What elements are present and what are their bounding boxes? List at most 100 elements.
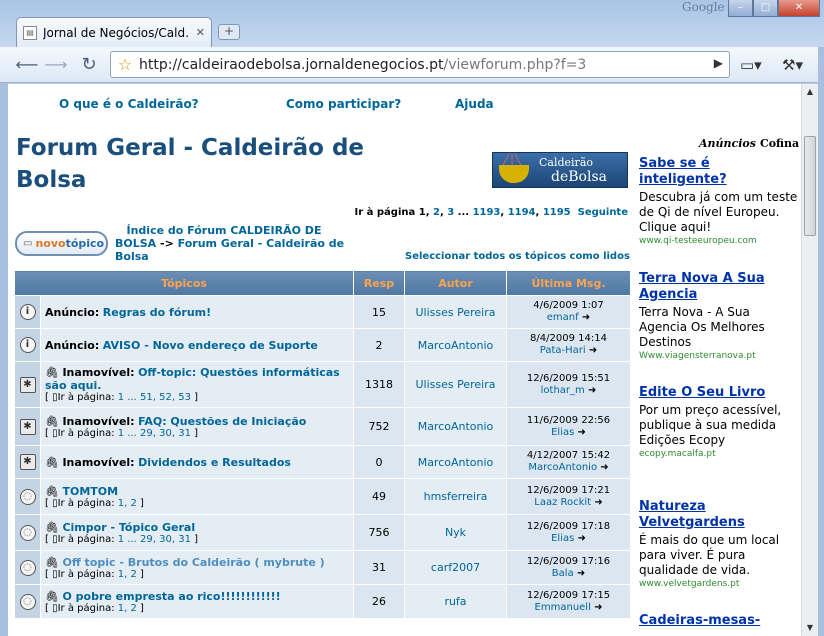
- topic-title-link[interactable]: Dividendos e Resultados: [138, 456, 291, 469]
- topic-title-link[interactable]: Off topic - Brutos do Caldeirão ( mybrut…: [62, 556, 324, 569]
- close-window-button[interactable]: ✕: [778, 0, 820, 17]
- table-header-row: Tópicos Resp Autor Última Msg.: [14, 270, 631, 296]
- mark-all-read-link[interactable]: Seleccionar todos os tópicos como lidos: [405, 251, 630, 262]
- pagination-link[interactable]: 3: [447, 207, 454, 218]
- topic-pages-links[interactable]: 1 ... 29, 30, 31: [118, 534, 191, 545]
- nav-about-link[interactable]: O que é o Caldeirão?: [59, 97, 199, 111]
- author-link[interactable]: MarcoAntonio: [404, 407, 507, 446]
- topic-pages-links[interactable]: 1 ... 51, 52, 53: [118, 392, 191, 403]
- scrollbar-thumb[interactable]: [804, 136, 816, 236]
- back-icon[interactable]: ⟵: [14, 52, 40, 78]
- vertical-scrollbar[interactable]: ▲ ▼: [801, 84, 818, 636]
- minimize-button[interactable]: –: [728, 0, 753, 17]
- go-to-last-post-icon[interactable]: ➜: [582, 312, 590, 323]
- last-msg-date: 8/4/2009 14:14: [530, 333, 607, 344]
- author-link[interactable]: MarcoAntonio: [404, 328, 507, 362]
- ad-item[interactable]: Natureza Velvetgardens É mais do que um …: [639, 499, 801, 589]
- last-msg-author-link[interactable]: MarcoAntonio: [528, 462, 597, 473]
- url-host: http://caldeiraodebolsa.jornaldenegocios…: [139, 56, 444, 73]
- ad-item[interactable]: Cadeiras-mesas-: [639, 613, 801, 629]
- last-msg-author-link[interactable]: Bala: [552, 568, 574, 579]
- go-to-last-post-icon[interactable]: ➜: [588, 385, 596, 396]
- topic-title-link[interactable]: TOMTOM: [62, 485, 118, 498]
- caldeirao-logo[interactable]: ╱│╲ Caldeirão deBolsa: [492, 152, 628, 188]
- nav-help-link[interactable]: Ajuda: [455, 97, 494, 111]
- forward-icon[interactable]: ⟶: [43, 52, 69, 78]
- ad-url[interactable]: www.qi-testeeuropeu.com: [639, 236, 801, 246]
- ad-title[interactable]: Sabe se é inteligente?: [639, 156, 801, 188]
- tab-close-icon[interactable]: ✕: [196, 26, 205, 39]
- address-bar[interactable]: ☆ http://caldeiraodebolsa.jornaldenegoci…: [110, 51, 730, 78]
- new-tab-button[interactable]: +: [218, 24, 240, 40]
- last-msg-author-link[interactable]: emanf: [547, 312, 579, 323]
- last-msg-author-link[interactable]: Pata-Hari: [540, 345, 586, 356]
- go-to-last-post-icon[interactable]: ➜: [594, 497, 602, 508]
- ad-url[interactable]: www.velvetgardens.pt: [639, 579, 801, 589]
- topic-title-link[interactable]: Cimpor - Tópico Geral: [62, 521, 195, 534]
- pagination-link[interactable]: 1195: [543, 207, 571, 218]
- ad-url[interactable]: Www.viagensterranova.pt: [639, 351, 801, 361]
- topic-cell: Anúncio: AVISO - Novo endereço de Suport…: [40, 328, 354, 362]
- go-to-last-post-icon[interactable]: ➜: [578, 533, 586, 544]
- page-menu-icon[interactable]: ▭▾: [740, 56, 762, 74]
- topic-status-cell: ◌: [14, 514, 41, 551]
- author-link[interactable]: MarcoAntonio: [404, 445, 507, 479]
- topic-pages-links[interactable]: 1, 2: [118, 603, 137, 614]
- topic-prefix: Inamovível:: [62, 366, 135, 379]
- topic-pages-links[interactable]: 1, 2: [118, 498, 137, 509]
- author-link[interactable]: Ulisses Pereira: [404, 361, 507, 408]
- ad-title[interactable]: Cadeiras-mesas-: [639, 613, 801, 629]
- author-link[interactable]: rufa: [404, 584, 507, 619]
- author-link[interactable]: Nyk: [404, 514, 507, 551]
- go-to-last-post-icon[interactable]: ➜: [594, 602, 602, 613]
- topic-pages-links[interactable]: 1, 2: [118, 569, 137, 580]
- topic-status-cell: ◌: [14, 584, 41, 619]
- author-link[interactable]: carf2007: [404, 550, 507, 585]
- last-msg-author-link[interactable]: Elias: [551, 427, 574, 438]
- topic-title-link[interactable]: Regras do fórum!: [103, 306, 211, 319]
- pagination-link[interactable]: 1193: [473, 207, 501, 218]
- nav-participate-link[interactable]: Como participar?: [286, 97, 401, 111]
- ad-item[interactable]: Sabe se é inteligente? Descubra já com u…: [639, 156, 801, 246]
- announcement-icon: i: [19, 304, 36, 320]
- bookmark-star-icon[interactable]: ☆: [111, 55, 139, 74]
- ad-title[interactable]: Terra Nova A Sua Agencia: [639, 271, 801, 303]
- topic-title-link[interactable]: FAQ: Questões de Iniciação: [138, 415, 306, 428]
- new-topic-button[interactable]: ▭ novo tópico: [15, 231, 108, 256]
- last-msg-author-link[interactable]: Laaz Rockit: [534, 497, 591, 508]
- author-link[interactable]: hmsferreira: [404, 478, 507, 515]
- clip-icon: 🖇: [45, 484, 59, 498]
- ad-url[interactable]: ecopy.macalfa.pt: [639, 449, 801, 459]
- ad-item[interactable]: Edite O Seu Livro Por um preço acessível…: [639, 385, 801, 459]
- last-msg-author-link[interactable]: Elias: [551, 533, 574, 544]
- ad-item[interactable]: Terra Nova A Sua Agencia Terra Nova - A …: [639, 271, 801, 361]
- go-to-last-post-icon[interactable]: ➜: [577, 568, 585, 579]
- reload-icon[interactable]: ↻: [76, 52, 102, 78]
- topic-pages-links[interactable]: 1 ... 29, 30, 31: [118, 428, 191, 439]
- go-arrow-icon[interactable]: ▶: [714, 56, 723, 70]
- pagination-link[interactable]: 2: [433, 207, 440, 218]
- topic-pages: [ ▯Ir à página: 1, 2 ]: [45, 602, 144, 614]
- wrench-menu-icon[interactable]: ⚒▾: [782, 56, 803, 74]
- ad-title[interactable]: Edite O Seu Livro: [639, 385, 801, 401]
- last-msg-author-link[interactable]: lothar_m: [541, 385, 585, 396]
- pagination-link[interactable]: 1194: [508, 207, 536, 218]
- scroll-down-icon[interactable]: ▼: [802, 620, 818, 636]
- maximize-button[interactable]: □: [753, 0, 778, 17]
- page-title[interactable]: Forum Geral - Caldeirão de Bolsa: [16, 132, 386, 196]
- go-to-last-post-icon[interactable]: ➜: [600, 462, 608, 473]
- pagination-next-link[interactable]: Seguinte: [578, 207, 628, 218]
- author-link[interactable]: Ulisses Pereira: [404, 295, 507, 329]
- go-to-last-post-icon[interactable]: ➜: [589, 345, 597, 356]
- pagination-prefix: Ir à página: [354, 207, 416, 218]
- topic-status-cell: ✱: [14, 445, 41, 479]
- go-to-last-post-icon[interactable]: ➜: [578, 427, 586, 438]
- last-msg-author-link[interactable]: Emmanuell: [535, 602, 591, 613]
- topic-title-link[interactable]: AVISO - Novo endereço de Suporte: [103, 339, 318, 352]
- browser-tab[interactable]: ▤ Jornal de Negócios/Cald… ✕: [16, 17, 212, 47]
- last-msg-cell: 4/6/2009 1:07 emanf ➜: [506, 295, 631, 329]
- scroll-up-icon[interactable]: ▲: [802, 84, 818, 100]
- ad-title[interactable]: Natureza Velvetgardens: [639, 499, 801, 531]
- topic-title-link[interactable]: O pobre empresta ao rico!!!!!!!!!!!!: [62, 590, 280, 603]
- header-topics: Tópicos: [14, 270, 354, 296]
